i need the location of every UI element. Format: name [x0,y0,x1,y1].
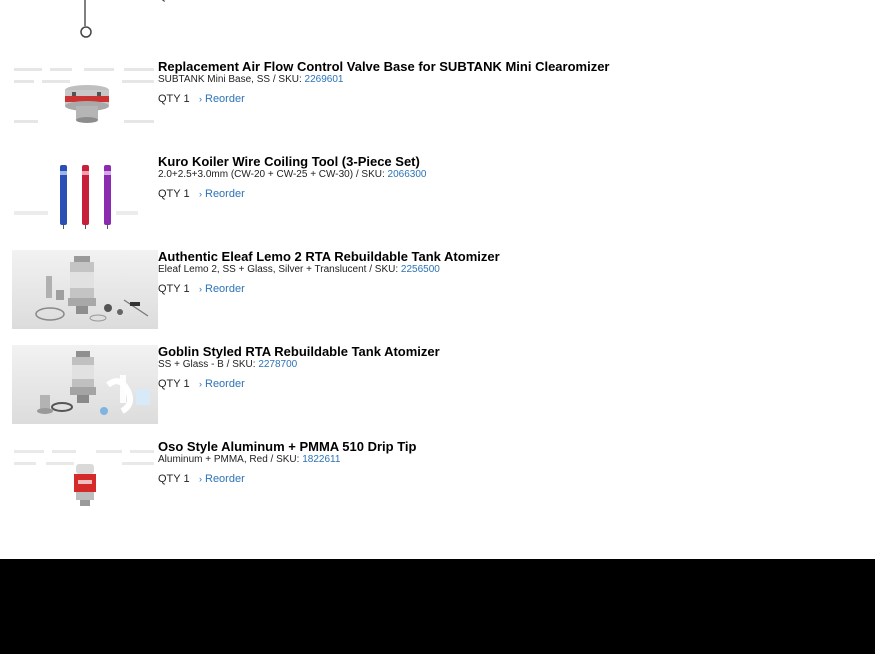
chevron-right-icon: › [199,0,202,1]
product-thumbnail[interactable] [12,250,158,329]
coiling-tool-set-icon [14,165,138,229]
quantity-row: QTY 1 ›Reorder [158,378,858,391]
product-thumbnail[interactable] [12,155,158,234]
reorder-link[interactable]: ›Reorder [199,283,245,295]
chevron-right-icon: › [199,379,202,389]
order-history-list: QTY 1›Reorder [0,0,875,559]
product-title-link[interactable]: Replacement Air Flow Control Valve Base … [158,60,858,74]
product-variant: SS + Glass - B / SKU: 2278700 [158,359,858,371]
product-title-link[interactable]: Authentic Eleaf Lemo 2 RTA Rebuildable T… [158,250,858,264]
airflow-valve-base-icon [14,68,154,123]
quantity-row: QTY 1 ›Reorder [158,93,858,106]
variant-text: SUBTANK Mini Base, SS / SKU: [158,74,305,85]
quantity-label: QTY 1 [158,283,190,295]
product-variant: Aluminum + PMMA, Red / SKU: 1822611 [158,454,858,466]
product-thumbnail[interactable] [12,60,158,139]
chevron-right-icon: › [199,284,202,294]
reorder-link[interactable]: ›Reorder [199,0,245,2]
sku-link[interactable]: 2269601 [305,74,344,85]
variant-text: Aluminum + PMMA, Red / SKU: [158,454,303,465]
order-item: Authentic Eleaf Lemo 2 RTA Rebuildable T… [12,250,862,330]
product-title-link[interactable]: Goblin Styled RTA Rebuildable Tank Atomi… [158,345,858,359]
quantity-row: QTY 1 ›Reorder [158,473,858,486]
product-title-link[interactable]: Kuro Koiler Wire Coiling Tool (3-Piece S… [158,155,858,169]
product-variant: Eleaf Lemo 2, SS + Glass, Silver + Trans… [158,264,858,276]
drip-tip-icon [14,450,154,506]
order-item: Goblin Styled RTA Rebuildable Tank Atomi… [12,345,862,425]
reorder-link[interactable]: ›Reorder [199,378,245,390]
sku-link[interactable]: 2066300 [388,169,427,180]
chevron-right-icon: › [199,474,202,484]
chevron-right-icon: › [199,94,202,104]
quantity-label: QTY 1 [158,0,199,3]
product-thumbnail[interactable] [12,0,158,40]
variant-text: SS + Glass - B / SKU: [158,359,259,370]
reorder-link[interactable]: ›Reorder [199,93,245,105]
page: QTY 1›Reorder [0,0,875,654]
quantity-label: QTY 1 [158,188,190,200]
sku-link[interactable]: 2278700 [258,359,297,370]
variant-text: Eleaf Lemo 2, SS + Glass, Silver + Trans… [158,264,401,275]
order-item: Replacement Air Flow Control Valve Base … [12,60,862,140]
product-thumbnail[interactable] [12,345,158,424]
quantity-label: QTY 1 [158,378,190,390]
quantity-row: QTY 1›Reorder [158,0,858,3]
quantity-label: QTY 1 [158,93,190,105]
tank-atomizer-kit-icon [35,256,149,322]
order-item: Oso Style Aluminum + PMMA 510 Drip Tip A… [12,440,862,520]
variant-text: 2.0+2.5+3.0mm (CW-20 + CW-25 + CW-30) / … [158,169,388,180]
order-item-partial: QTY 1›Reorder [12,0,862,40]
quantity-row: QTY 1 ›Reorder [158,188,858,201]
rta-atomizer-kit-icon [37,351,150,415]
sku-link[interactable]: 1822611 [302,454,340,465]
reorder-link[interactable]: ›Reorder [199,188,245,200]
order-item: Kuro Koiler Wire Coiling Tool (3-Piece S… [12,155,862,235]
quantity-label: QTY 1 [158,473,190,485]
quantity-row: QTY 1 ›Reorder [158,283,858,296]
keyring-lanyard-icon [80,0,92,38]
reorder-link[interactable]: ›Reorder [199,473,245,485]
product-variant: 2.0+2.5+3.0mm (CW-20 + CW-25 + CW-30) / … [158,169,858,181]
product-variant: SUBTANK Mini Base, SS / SKU: 2269601 [158,74,858,86]
product-thumbnail[interactable] [12,440,158,519]
chevron-right-icon: › [199,189,202,199]
product-title-link[interactable]: Oso Style Aluminum + PMMA 510 Drip Tip [158,440,858,454]
sku-link[interactable]: 2256500 [401,264,440,275]
